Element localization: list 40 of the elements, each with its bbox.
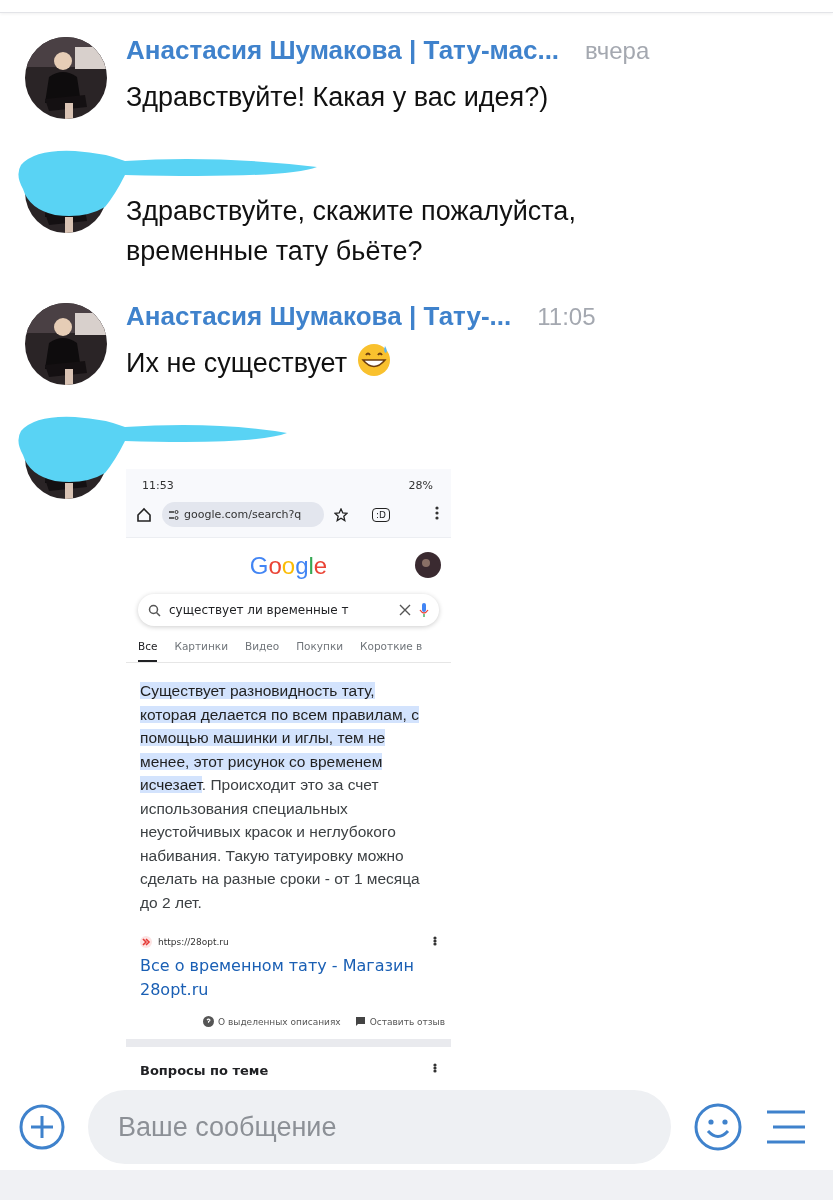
search-tab[interactable]: Покупки: [296, 640, 344, 662]
source-url: https://28opt.ru: [158, 937, 229, 947]
status-time: 11:53: [142, 479, 174, 492]
star-icon[interactable]: [334, 507, 348, 522]
address-bar[interactable]: google.com/search?q: [162, 502, 324, 527]
profile-avatar[interactable]: [415, 552, 441, 578]
message-time: 11:05: [537, 303, 596, 331]
add-icon[interactable]: [18, 1103, 66, 1151]
search-tab[interactable]: Все: [138, 640, 158, 662]
sender-name[interactable]: Анастасия Шумакова | Тату-мас...: [126, 35, 560, 66]
search-tab[interactable]: Картинки: [174, 640, 228, 662]
help-icon: [203, 1016, 215, 1027]
about-link[interactable]: О выделенных описаниях: [218, 1016, 341, 1027]
close-icon[interactable]: [399, 604, 411, 616]
menu-icon[interactable]: [765, 1109, 807, 1145]
message-text: Их не существует: [126, 348, 348, 378]
search-tab[interactable]: Видео: [244, 640, 280, 662]
more-icon[interactable]: [433, 1063, 437, 1073]
feedback-icon: [354, 1016, 366, 1027]
smiley-icon[interactable]: [693, 1102, 743, 1152]
search-logo: Google: [249, 552, 328, 580]
search-field[interactable]: существует ли временные т: [138, 594, 439, 626]
microphone-icon[interactable]: [419, 602, 429, 618]
more-icon[interactable]: [433, 936, 437, 946]
search-tab[interactable]: Короткие в: [360, 640, 423, 662]
battery-level: 28%: [408, 479, 433, 492]
sweat-smile-icon: [357, 343, 392, 377]
section-heading: Вопросы по теме: [140, 1063, 269, 1078]
message-text: Здравствуйте, скажите пожалуйста, временные тату бьёте?: [126, 196, 576, 266]
site-icon: [140, 936, 152, 948]
search-icon: [148, 603, 161, 617]
tab-counter[interactable]: :D: [372, 507, 390, 522]
sender-name[interactable]: Анастасия Шумакова | Тату-...: [126, 301, 512, 332]
message-time: вчера: [585, 37, 650, 65]
more-icon[interactable]: [435, 506, 439, 520]
answer-snippet: Существует разновидность тату, которая делается по всем правилам, с помощью машинки и иглы, тем не менее, этот рисунок со временем исчезает. Происходит это за счет использования специальных неустойчивых красок и неглубокого набивания. Такую татуировку можно сделать на разные сроки - от 1 месяца до 2 лет.: [139, 681, 421, 913]
message-text: Здравствуйте! Какая у вас идея?): [126, 82, 549, 112]
feedback-link[interactable]: Оставить отзыв: [369, 1016, 445, 1027]
result-link[interactable]: Все о временном тату - Магазин 28opt.ru: [126, 948, 451, 1002]
home-icon[interactable]: [136, 506, 152, 523]
